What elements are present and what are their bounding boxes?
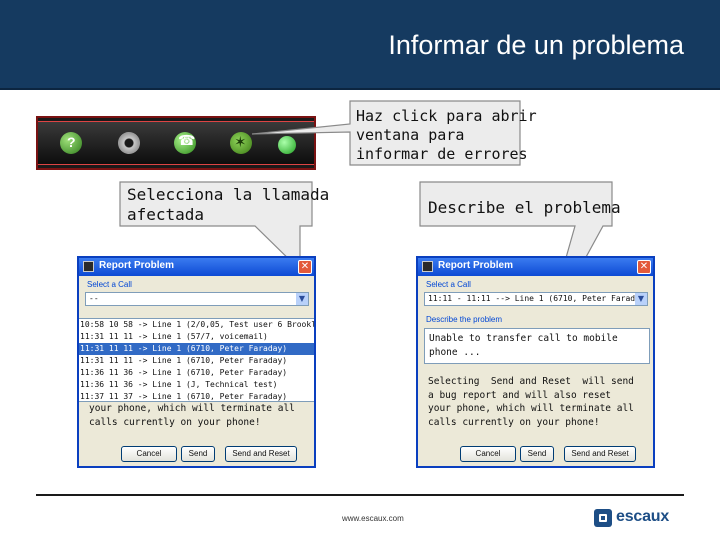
select-call-label: Select a Call bbox=[87, 280, 132, 289]
cancel-button[interactable]: Cancel bbox=[460, 446, 516, 462]
warning-message: your phone, which will terminate all cal… bbox=[89, 403, 295, 428]
app-icon bbox=[422, 261, 433, 272]
slide-header: Informar de un problema bbox=[0, 0, 720, 90]
callout-select-call-text: Selecciona la llamada afectada bbox=[127, 185, 330, 224]
app-icon bbox=[83, 261, 94, 272]
close-button[interactable]: ✕ bbox=[298, 260, 312, 274]
call-list-row[interactable]: 10:58 10 58 -> Line 1 (2/0,05, Test user… bbox=[79, 319, 314, 331]
send-button[interactable]: Send bbox=[520, 446, 554, 462]
call-list-row[interactable]: 11:36 11 36 -> Line 1 (6710, Peter Farad… bbox=[79, 367, 314, 379]
describe-problem-label: Describe the problem bbox=[426, 315, 503, 324]
close-button[interactable]: ✕ bbox=[637, 260, 651, 274]
call-list-row[interactable]: 11:31 11 11 -> Line 1 (57/7, voicemail) bbox=[79, 331, 314, 343]
dialog-titlebar[interactable]: Report Problem ✕ bbox=[79, 258, 314, 276]
dialog-title: Report Problem bbox=[438, 260, 514, 271]
bug-icon[interactable] bbox=[230, 132, 252, 154]
callout-toolbar-hint-text: Haz click para abrir ventana para inform… bbox=[356, 107, 537, 163]
gear-icon[interactable] bbox=[118, 132, 140, 154]
call-select-dropdown[interactable]: 11:11 - 11:11 --> Line 1 (6710, Peter Fa… bbox=[424, 292, 648, 306]
footer-divider bbox=[36, 494, 684, 496]
slide-title: Informar de un problema bbox=[388, 30, 684, 60]
dialog-title: Report Problem bbox=[99, 260, 175, 271]
chevron-down-icon[interactable]: ▼ bbox=[296, 293, 308, 305]
cancel-button[interactable]: Cancel bbox=[121, 446, 177, 462]
help-icon[interactable] bbox=[60, 132, 82, 154]
problem-description-textarea[interactable]: Unable to transfer call to mobile phone … bbox=[424, 328, 650, 364]
call-select-value: 11:11 - 11:11 --> Line 1 (6710, Peter Fa… bbox=[428, 294, 648, 303]
phone-icon[interactable] bbox=[174, 132, 196, 154]
send-button[interactable]: Send bbox=[181, 446, 215, 462]
call-list-row[interactable]: 11:36 11 36 -> Line 1 (J, Technical test… bbox=[79, 379, 314, 391]
call-select-dropdown[interactable]: -- ▼ bbox=[85, 292, 309, 306]
select-call-label: Select a Call bbox=[426, 280, 471, 289]
footer-url[interactable]: www.escaux.com bbox=[342, 514, 404, 523]
call-list-row[interactable]: 11:31 11 11 -> Line 1 (6710, Peter Farad… bbox=[79, 355, 314, 367]
callout-describe-text: Describe el problema bbox=[428, 198, 621, 217]
escaux-logo-icon bbox=[594, 509, 612, 527]
call-list[interactable]: 10:58 10 58 -> Line 1 (2/0,05, Test user… bbox=[79, 318, 314, 402]
call-select-value: -- bbox=[89, 294, 99, 303]
report-problem-dialog-select: Report Problem ✕ Select a Call -- ▼ 10:5… bbox=[77, 256, 316, 468]
report-problem-dialog-describe: Report Problem ✕ Select a Call 11:11 - 1… bbox=[416, 256, 655, 468]
call-list-row[interactable]: 11:31 11 11 -> Line 1 (6710, Peter Farad… bbox=[79, 343, 314, 355]
status-dot-icon bbox=[278, 136, 296, 154]
escaux-logo-text: escaux bbox=[616, 508, 670, 525]
send-and-reset-button[interactable]: Send and Reset bbox=[564, 446, 636, 462]
toolbar-strip bbox=[38, 121, 314, 165]
chevron-down-icon[interactable]: ▼ bbox=[635, 293, 647, 305]
warning-message: Selecting Send and Reset will send a bug… bbox=[428, 376, 634, 428]
phone-toolbar bbox=[36, 116, 316, 170]
send-and-reset-button[interactable]: Send and Reset bbox=[225, 446, 297, 462]
dialog-titlebar[interactable]: Report Problem ✕ bbox=[418, 258, 653, 276]
